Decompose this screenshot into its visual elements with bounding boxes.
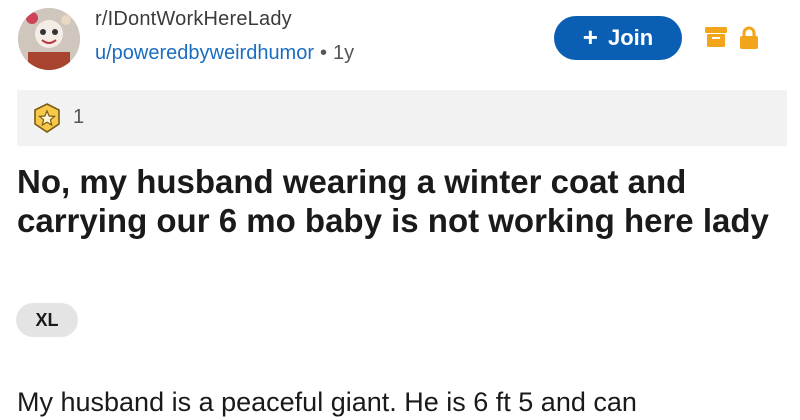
awards-bar[interactable]: 1 xyxy=(17,90,787,146)
join-label: Join xyxy=(607,25,654,50)
post-header: r/IDontWorkHereLady u/poweredbyweirdhumo… xyxy=(0,0,800,84)
author-username[interactable]: u/poweredbyweirdhumor xyxy=(95,42,314,64)
post-meta: u/poweredbyweirdhumor • 1y xyxy=(95,42,354,65)
subreddit-name[interactable]: r/IDontWorkHereLady xyxy=(95,8,292,31)
post-status-icons xyxy=(704,26,760,50)
post-title[interactable]: No, my husband wearing a winter coat and… xyxy=(17,162,787,240)
archived-box-icon xyxy=(705,27,727,47)
meta-separator: • xyxy=(320,42,328,64)
award-count: 1 xyxy=(73,106,85,128)
post-body-text: My husband is a peaceful giant. He is 6 … xyxy=(17,387,637,417)
post-age: 1y xyxy=(333,42,355,64)
avatar-image xyxy=(18,8,80,70)
star-badge-icon xyxy=(34,103,60,133)
subreddit-avatar[interactable] xyxy=(18,8,80,70)
lock-icon xyxy=(740,26,758,49)
post-flair[interactable]: XL xyxy=(16,303,78,337)
plus-icon: + xyxy=(582,22,598,52)
join-button[interactable]: + Join xyxy=(554,16,682,60)
